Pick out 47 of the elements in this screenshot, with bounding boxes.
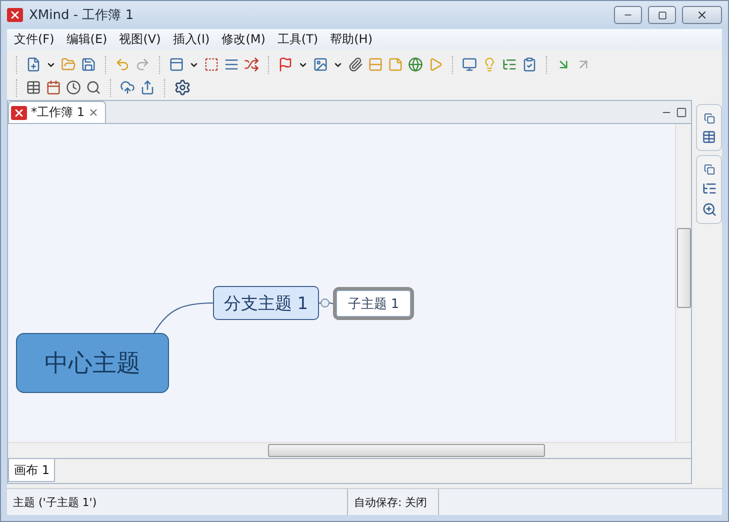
image-icon[interactable]: [312, 56, 329, 73]
boundary-icon[interactable]: [203, 56, 220, 73]
status-text: 自动保存: 关闭: [353, 494, 428, 510]
maximize-button[interactable]: [648, 6, 676, 24]
restore-icon[interactable]: [704, 113, 714, 124]
upload-cloud-icon[interactable]: [119, 79, 136, 96]
app-logo-icon: [7, 8, 23, 22]
minimize-button[interactable]: [614, 6, 642, 24]
window-title: XMind - 工作簿 1: [29, 7, 135, 24]
task-icon[interactable]: [521, 56, 538, 73]
app-logo-icon: [11, 106, 27, 120]
restore-icon[interactable]: [704, 164, 714, 175]
menu-item[interactable]: 视图(V): [114, 30, 166, 49]
status-text: 主题 ('子主题 1'): [12, 494, 98, 510]
central-topic[interactable]: 中心主题: [16, 333, 169, 393]
clock-icon[interactable]: [65, 79, 82, 96]
branch-topic[interactable]: 分支主题 1: [213, 286, 319, 320]
new-file-icon[interactable]: [25, 56, 42, 73]
menu-item[interactable]: 插入(I): [168, 30, 215, 49]
share-icon[interactable]: [139, 79, 156, 96]
table-icon[interactable]: [702, 130, 716, 144]
menu-item[interactable]: 帮助(H): [325, 30, 378, 49]
maximize-icon: [658, 10, 666, 20]
maximize-icon[interactable]: [676, 106, 687, 118]
horizontal-scrollbar[interactable]: [8, 442, 691, 458]
globe-icon[interactable]: [407, 56, 424, 73]
menu-item[interactable]: 文件(F): [9, 30, 60, 49]
sheet-tab[interactable]: 画布 1: [8, 459, 56, 482]
relationship-icon[interactable]: [243, 56, 260, 73]
close-icon: [696, 9, 708, 21]
zoom-icon[interactable]: [702, 202, 716, 217]
save-icon[interactable]: [80, 56, 97, 73]
paperclip-icon[interactable]: [347, 56, 364, 73]
flag-icon[interactable]: [277, 56, 294, 73]
presentation-icon[interactable]: [461, 56, 478, 73]
connector-line: [154, 302, 214, 334]
search-icon[interactable]: [85, 79, 102, 96]
settings-icon[interactable]: [173, 78, 192, 97]
menu-item[interactable]: 编辑(E): [61, 30, 112, 49]
editor-tab[interactable]: *工作簿 1: [8, 101, 106, 123]
close-icon[interactable]: [88, 107, 100, 118]
vertical-scrollbar[interactable]: [675, 124, 691, 442]
collapse-toggle-icon[interactable]: [320, 298, 330, 308]
close-button[interactable]: [682, 6, 722, 24]
menu-item[interactable]: 修改(M): [216, 30, 270, 49]
subtopic[interactable]: 子主题 1: [336, 290, 411, 317]
menu-item[interactable]: 工具(T): [272, 30, 324, 49]
